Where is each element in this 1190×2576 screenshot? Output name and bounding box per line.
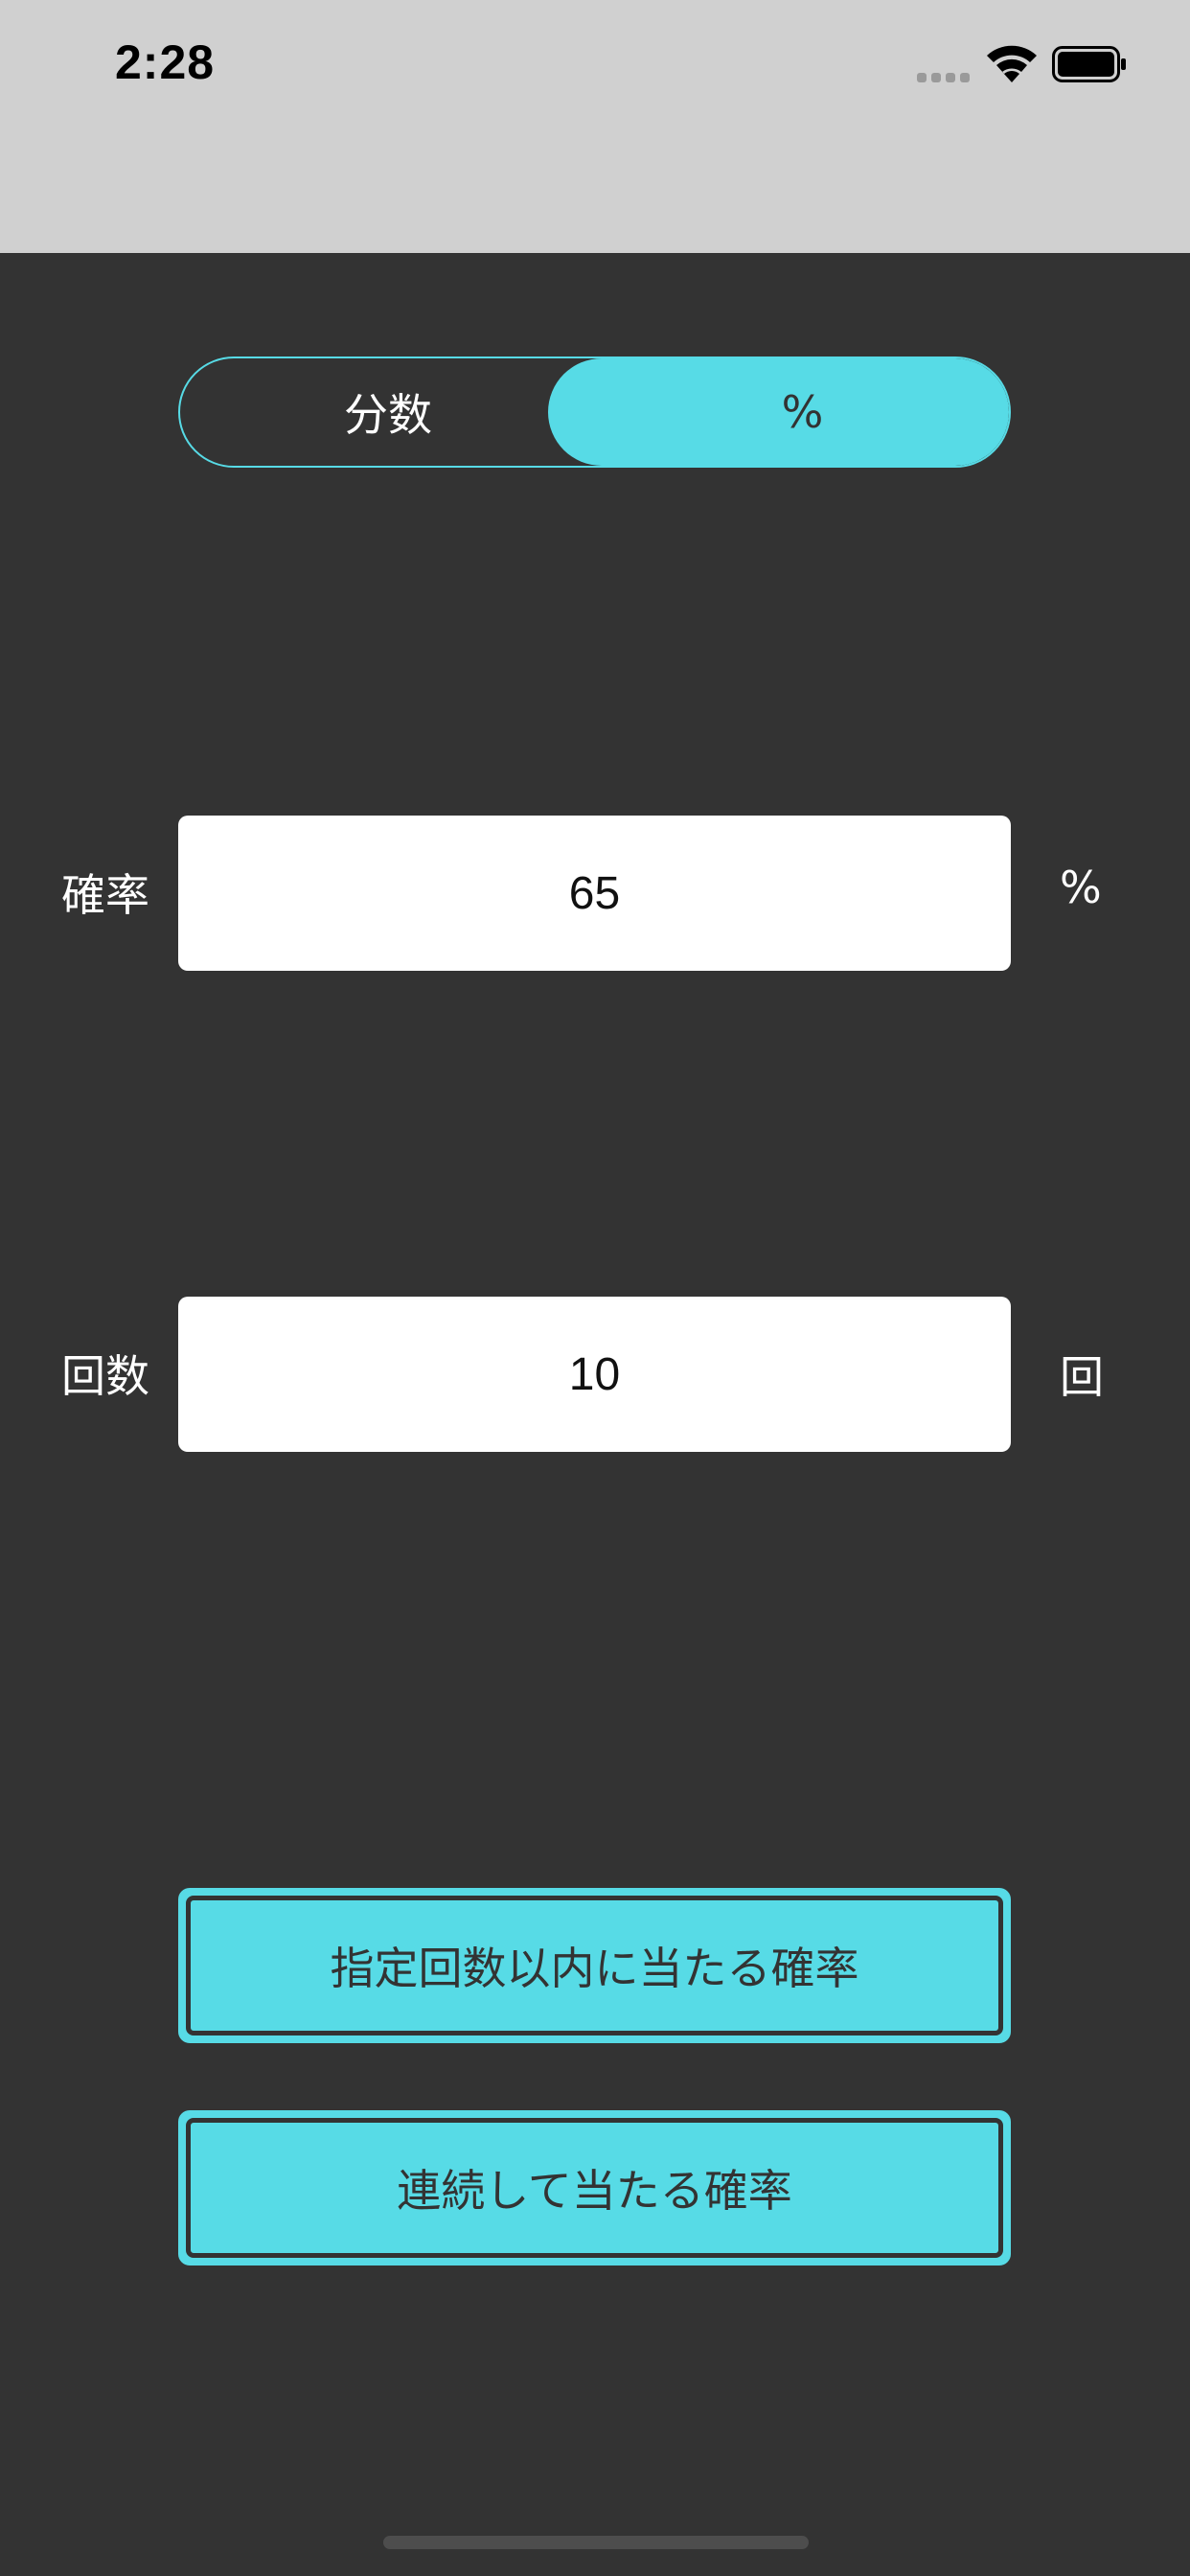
probability-input[interactable] — [178, 816, 1011, 971]
within-count-probability-label: 指定回数以内に当たる確率 — [186, 1896, 1003, 2036]
wifi-icon — [987, 45, 1037, 82]
count-unit: 回 — [1060, 1351, 1104, 1403]
cellular-signal-icon — [917, 69, 971, 82]
probability-unit: % — [1060, 862, 1102, 913]
battery-icon — [1052, 46, 1126, 82]
home-indicator[interactable] — [383, 2536, 809, 2549]
mode-segmented-control: 分数 % — [178, 356, 1011, 468]
consecutive-probability-button[interactable]: 連続して当たる確率 — [178, 2110, 1011, 2266]
count-label: 回数 — [61, 1350, 149, 1402]
segment-percent[interactable]: % — [548, 358, 1009, 466]
probability-label: 確率 — [61, 869, 149, 921]
status-bar: 2:28 — [0, 0, 1190, 253]
status-time: 2:28 — [115, 35, 216, 89]
segment-fraction[interactable]: 分数 — [180, 358, 596, 466]
count-input[interactable] — [178, 1297, 1011, 1452]
within-count-probability-button[interactable]: 指定回数以内に当たる確率 — [178, 1888, 1011, 2043]
consecutive-probability-label: 連続して当たる確率 — [186, 2118, 1003, 2258]
